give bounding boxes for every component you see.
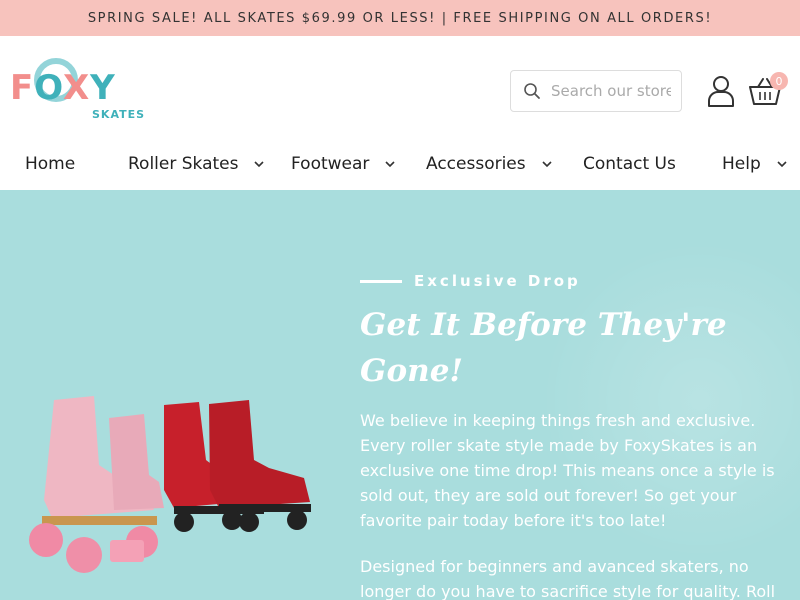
- search-icon[interactable]: [523, 82, 541, 100]
- nav-item-label: Home: [25, 154, 76, 174]
- nav-item-help[interactable]: Help: [722, 154, 787, 174]
- nav-item-contact-us[interactable]: Contact Us: [583, 154, 676, 174]
- nav-item-accessories[interactable]: Accessories: [426, 154, 552, 174]
- eyebrow-line: [360, 279, 402, 283]
- pink-skate: [29, 396, 164, 573]
- announcement-text: SPRING SALE! ALL SKATES $69.99 OR LESS! …: [87, 10, 713, 26]
- logo[interactable]: FOXY SKATES: [10, 58, 150, 124]
- cart-count-badge: 0: [770, 72, 788, 90]
- nav-item-label: Contact Us: [583, 154, 676, 174]
- nav-item-label: Footwear: [291, 154, 370, 174]
- hero-eyebrow-text: Exclusive Drop: [414, 272, 581, 290]
- main-navigation: Home Roller Skates Footwear Accessories …: [0, 144, 800, 190]
- hero-paragraph: Designed for beginners and avanced skate…: [360, 557, 776, 600]
- nav-item-label: Help: [722, 154, 761, 174]
- hero-headline: Get It Before They're Gone!: [360, 307, 727, 389]
- nav-item-roller-skates[interactable]: Roller Skates: [128, 154, 265, 174]
- hero-eyebrow: Exclusive Drop: [360, 272, 581, 290]
- chevron-down-icon: [542, 161, 552, 168]
- chevron-down-icon: [385, 161, 395, 168]
- announcement-bar: SPRING SALE! ALL SKATES $69.99 OR LESS! …: [0, 0, 800, 36]
- search-input[interactable]: [551, 82, 671, 100]
- logo-wordmark: FOXY: [10, 68, 116, 108]
- hero-paragraph: We believe in keeping things fresh and e…: [360, 411, 775, 530]
- nav-item-home[interactable]: Home: [25, 154, 75, 174]
- logo-subtext: SKATES: [92, 108, 146, 121]
- nav-item-footwear[interactable]: Footwear: [291, 154, 395, 174]
- site-header: FOXY SKATES 0: [0, 36, 800, 144]
- chevron-down-icon: [777, 161, 787, 168]
- roller-skates-image: [29, 396, 311, 573]
- nav-item-label: Roller Skates: [128, 154, 239, 174]
- red-skate: [164, 400, 311, 532]
- search-box[interactable]: [510, 70, 682, 112]
- hero-banner: Exclusive Drop Get It Before They're Gon…: [0, 190, 800, 600]
- nav-item-label: Accessories: [426, 154, 526, 174]
- chevron-down-icon: [254, 161, 265, 168]
- account-icon[interactable]: [705, 74, 737, 108]
